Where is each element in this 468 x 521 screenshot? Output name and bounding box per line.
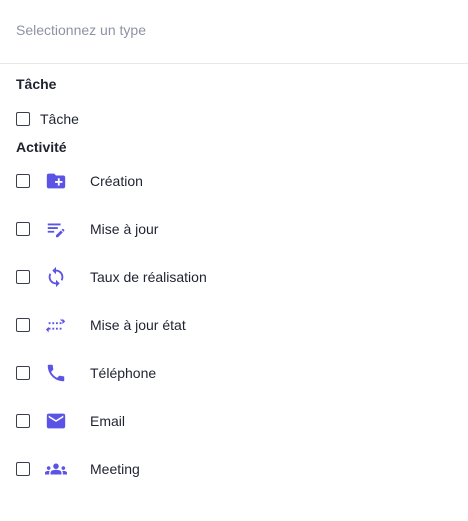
- checkbox[interactable]: [16, 366, 30, 380]
- option-label: Taux de réalisation: [90, 269, 207, 285]
- checkbox[interactable]: [16, 270, 30, 284]
- option-email[interactable]: Email: [0, 397, 468, 445]
- option-mise-a-jour[interactable]: Mise à jour: [0, 205, 468, 253]
- mail-icon: [44, 409, 68, 433]
- option-label: Téléphone: [90, 365, 157, 381]
- edit-list-icon: [44, 217, 68, 241]
- people-icon: [44, 457, 68, 481]
- option-label: Mise à jour: [90, 221, 159, 237]
- checkbox[interactable]: [16, 414, 30, 428]
- checkbox[interactable]: [16, 462, 30, 476]
- group-title-activite: Activité: [16, 139, 67, 155]
- option-creation[interactable]: Création: [0, 157, 468, 205]
- option-telephone[interactable]: Téléphone: [0, 349, 468, 397]
- type-filter-panel: Tâche Tâche Activité Création Mise à jou…: [0, 0, 468, 521]
- option-label: Tâche: [40, 111, 79, 127]
- checkbox[interactable]: [16, 174, 30, 188]
- phone-icon: [44, 361, 68, 385]
- checkbox[interactable]: [16, 222, 30, 236]
- folder-plus-icon: [44, 169, 68, 193]
- option-label: Mise à jour état: [90, 317, 186, 333]
- swap-arrows-icon: [44, 313, 68, 337]
- option-mise-a-jour-etat[interactable]: Mise à jour état: [0, 301, 468, 349]
- option-meeting[interactable]: Meeting: [0, 445, 468, 493]
- type-search-input[interactable]: [16, 22, 452, 38]
- group-title-tache: Tâche: [16, 76, 57, 92]
- option-label: Email: [90, 413, 126, 429]
- sync-icon: [44, 265, 68, 289]
- option-label: Meeting: [90, 461, 140, 477]
- checkbox[interactable]: [16, 112, 30, 126]
- search-row: [0, 0, 468, 64]
- checkbox[interactable]: [16, 318, 30, 332]
- option-label: Création: [90, 173, 143, 189]
- option-tache[interactable]: Tâche: [0, 109, 468, 129]
- option-taux-de-realisation[interactable]: Taux de réalisation: [0, 253, 468, 301]
